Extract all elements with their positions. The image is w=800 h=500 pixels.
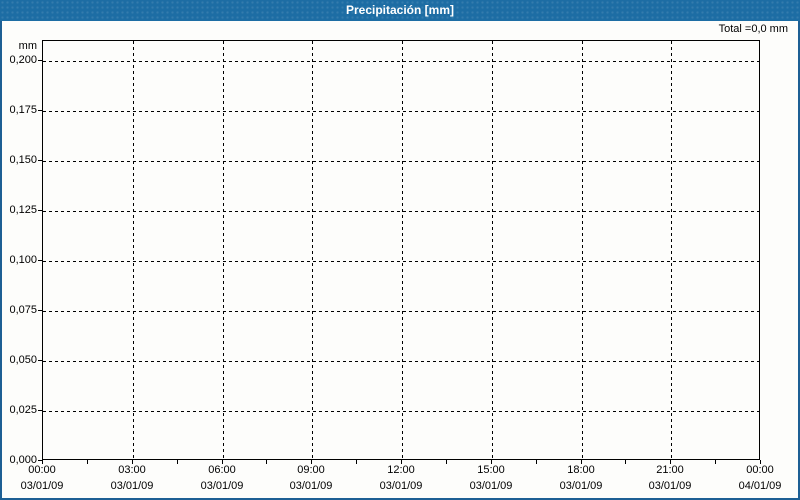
total-annotation: Total =0,0 mm [718, 23, 788, 35]
y-axis-tick [38, 160, 42, 161]
x-time-label: 00:00 [746, 464, 774, 476]
x-date-label: 03/01/09 [379, 480, 423, 492]
y-tick-label: 0,200 [9, 54, 37, 66]
y-axis-unit-label: mm [18, 40, 37, 52]
plot-area[interactable] [42, 40, 760, 460]
y-gridline [43, 411, 759, 412]
y-axis-tick [38, 260, 42, 261]
x-date-label: 03/01/09 [648, 480, 692, 492]
x-date-label: 03/01/09 [289, 480, 333, 492]
x-date-label: 03/01/09 [469, 480, 513, 492]
x-time-label: 21:00 [656, 464, 684, 476]
x-axis-minor-tick [266, 460, 267, 464]
x-gridline [223, 41, 224, 459]
y-tick-label: 0,050 [9, 354, 37, 366]
x-time-label: 06:00 [208, 464, 236, 476]
x-date-label: 03/01/09 [559, 480, 603, 492]
x-axis-minor-tick [581, 460, 582, 464]
x-gridline [402, 41, 403, 459]
y-gridline [43, 161, 759, 162]
x-axis-minor-tick [536, 460, 537, 464]
y-axis-tick [38, 110, 42, 111]
x-time-label: 12:00 [387, 464, 415, 476]
x-time-label: 03:00 [118, 464, 146, 476]
y-axis-tick [38, 410, 42, 411]
y-tick-label: 0,175 [9, 104, 37, 116]
x-date-label: 03/01/09 [200, 480, 244, 492]
x-gridline [492, 41, 493, 459]
x-date-label: 03/01/09 [110, 480, 154, 492]
y-gridline [43, 211, 759, 212]
x-axis-minor-tick [356, 460, 357, 464]
chart-title: Precipitación [mm] [345, 3, 455, 17]
x-axis-minor-tick [760, 460, 761, 464]
y-axis-tick [38, 310, 42, 311]
y-tick-label: 0,125 [9, 204, 37, 216]
x-axis-minor-tick [177, 460, 178, 464]
x-axis-minor-tick [401, 460, 402, 464]
y-gridline [43, 311, 759, 312]
x-axis-minor-tick [42, 460, 43, 464]
x-axis-minor-tick [87, 460, 88, 464]
x-date-label: 04/01/09 [738, 480, 782, 492]
y-gridline [43, 361, 759, 362]
x-axis-minor-tick [446, 460, 447, 464]
y-gridline [43, 261, 759, 262]
x-axis-minor-tick [625, 460, 626, 464]
x-date-label: 03/01/09 [20, 480, 64, 492]
x-axis-minor-tick [491, 460, 492, 464]
y-axis-tick [38, 360, 42, 361]
x-axis-minor-tick [222, 460, 223, 464]
y-tick-label: 0,075 [9, 304, 37, 316]
y-tick-label: 0,150 [9, 154, 37, 166]
x-axis-minor-tick [132, 460, 133, 464]
x-time-label: 18:00 [567, 464, 595, 476]
x-axis-minor-tick [715, 460, 716, 464]
y-tick-label: 0,025 [9, 404, 37, 416]
x-gridline [671, 41, 672, 459]
chart-title-bar: Precipitación [mm] [0, 0, 800, 21]
x-axis-minor-tick [311, 460, 312, 464]
y-axis-tick [38, 60, 42, 61]
x-gridline [312, 41, 313, 459]
y-gridline [43, 111, 759, 112]
x-time-label: 00:00 [28, 464, 56, 476]
y-axis-tick [38, 210, 42, 211]
x-gridline [582, 41, 583, 459]
y-gridline [43, 61, 759, 62]
x-time-label: 15:00 [477, 464, 505, 476]
chart-window: Precipitación [mm] Total =0,0 mm mm 0,20… [0, 0, 800, 500]
x-axis-minor-tick [670, 460, 671, 464]
x-time-label: 09:00 [297, 464, 325, 476]
y-tick-label: 0,100 [9, 254, 37, 266]
x-gridline [133, 41, 134, 459]
